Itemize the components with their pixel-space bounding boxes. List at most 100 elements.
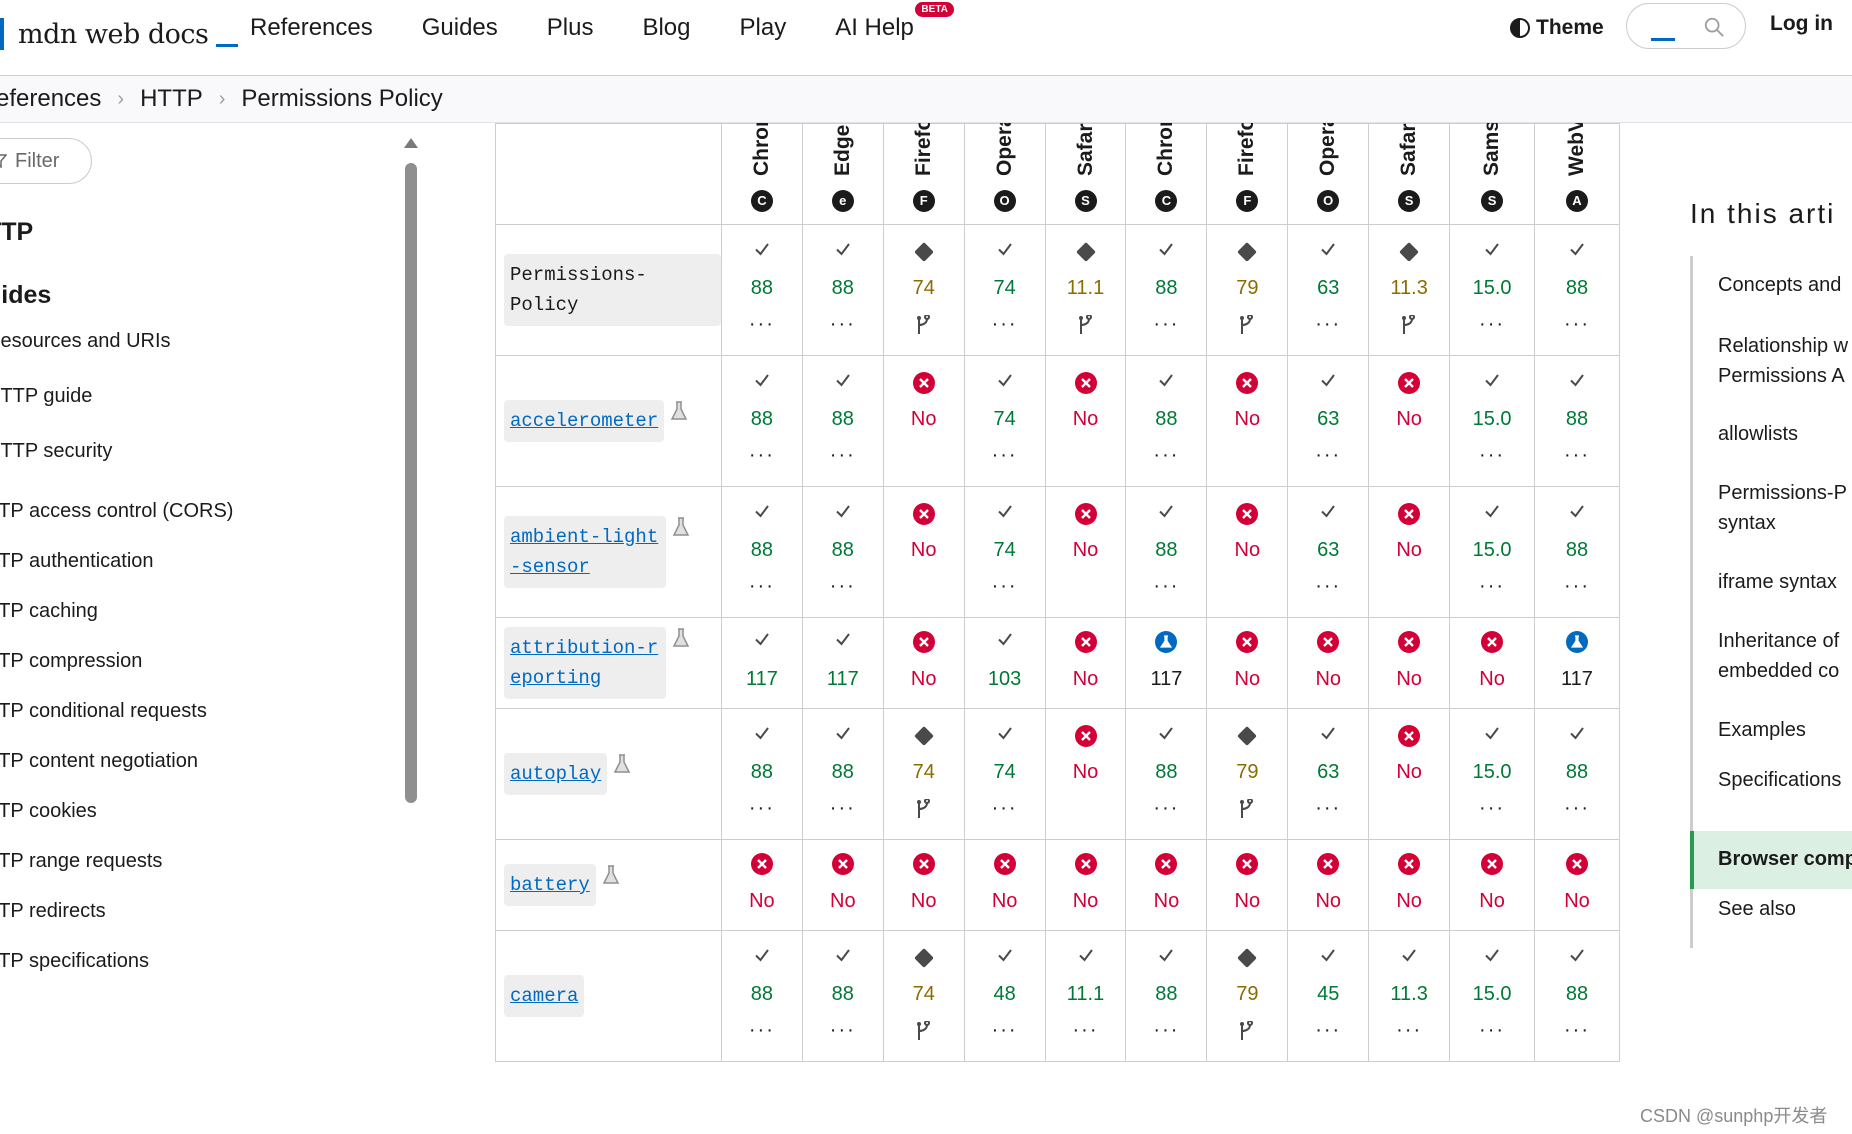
support-cell[interactable]: 15.0 ···: [1449, 486, 1535, 618]
toc-item[interactable]: syntax: [1718, 506, 1776, 541]
support-cell[interactable]: No: [1206, 355, 1289, 487]
breadcrumb-references[interactable]: eferences: [0, 85, 101, 113]
support-cell[interactable]: No: [1368, 486, 1451, 618]
support-cell[interactable]: No: [1534, 839, 1620, 931]
support-cell[interactable]: 74 ···: [963, 355, 1046, 487]
more-info-icon[interactable]: ···: [803, 313, 883, 336]
support-cell[interactable]: 88 ···: [720, 355, 803, 487]
feature-link[interactable]: autoplay: [504, 753, 608, 795]
nav-plus[interactable]: Plus: [547, 14, 594, 42]
more-info-icon[interactable]: ···: [1450, 444, 1534, 467]
more-info-icon[interactable]: ···: [965, 797, 1045, 820]
support-cell[interactable]: 88 ···: [801, 930, 884, 1062]
support-cell[interactable]: 15.0 ···: [1449, 224, 1535, 356]
flag-icon[interactable]: [1077, 314, 1095, 342]
sidebar-section-heading[interactable]: TTP: [0, 218, 33, 247]
toc-item[interactable]: Browser comp: [1718, 842, 1852, 877]
support-cell[interactable]: 63 ···: [1287, 224, 1370, 356]
toc-item[interactable]: allowlists: [1718, 417, 1798, 452]
support-cell[interactable]: No: [1449, 617, 1535, 709]
support-cell[interactable]: 88 ···: [720, 224, 803, 356]
feature-link[interactable]: ambient-light-sensor: [504, 516, 666, 588]
support-cell[interactable]: No: [1125, 839, 1208, 931]
flag-icon[interactable]: [1238, 314, 1256, 342]
flag-icon[interactable]: [1238, 1020, 1256, 1048]
more-info-icon[interactable]: ···: [1535, 1019, 1619, 1042]
more-info-icon[interactable]: ···: [1450, 575, 1534, 598]
feature-link[interactable]: battery: [504, 864, 596, 906]
support-cell[interactable]: 11.1 ···: [1044, 930, 1127, 1062]
support-cell[interactable]: 11.3: [1368, 224, 1451, 356]
more-info-icon[interactable]: ···: [722, 575, 802, 598]
nav-guides[interactable]: Guides: [422, 14, 498, 42]
toc-item[interactable]: Specifications: [1718, 763, 1841, 798]
sidebar-item[interactable]: TTP specifications: [0, 950, 149, 973]
support-cell[interactable]: 79: [1206, 930, 1289, 1062]
flag-icon[interactable]: [915, 1020, 933, 1048]
more-info-icon[interactable]: ···: [1046, 1019, 1126, 1042]
support-cell[interactable]: 63 ···: [1287, 486, 1370, 618]
sidebar-item[interactable]: TTP caching: [0, 600, 98, 623]
more-info-icon[interactable]: ···: [722, 313, 802, 336]
support-cell[interactable]: 79: [1206, 224, 1289, 356]
nav-references[interactable]: References: [250, 14, 373, 42]
support-cell[interactable]: 88 ···: [1125, 930, 1208, 1062]
support-cell[interactable]: 48 ···: [963, 930, 1046, 1062]
toc-item[interactable]: See also: [1718, 892, 1796, 927]
support-cell[interactable]: 63 ···: [1287, 355, 1370, 487]
support-cell[interactable]: No: [1368, 617, 1451, 709]
flag-icon[interactable]: [1400, 314, 1418, 342]
more-info-icon[interactable]: ···: [1450, 797, 1534, 820]
support-cell[interactable]: 88 ···: [1125, 355, 1208, 487]
support-cell[interactable]: No: [1044, 839, 1127, 931]
support-cell[interactable]: No: [1368, 839, 1451, 931]
flag-icon[interactable]: [1238, 798, 1256, 826]
more-info-icon[interactable]: ···: [1288, 797, 1368, 820]
support-cell[interactable]: No: [1449, 839, 1535, 931]
breadcrumb-http[interactable]: HTTP: [140, 85, 203, 113]
support-cell[interactable]: No: [1287, 839, 1370, 931]
more-info-icon[interactable]: ···: [1369, 1019, 1449, 1042]
support-cell[interactable]: No: [1368, 708, 1451, 840]
support-cell[interactable]: 88 ···: [1534, 930, 1620, 1062]
support-cell[interactable]: No: [1206, 486, 1289, 618]
theme-toggle[interactable]: Theme: [1510, 12, 1604, 44]
sidebar-item[interactable]: TTP authentication: [0, 550, 154, 573]
login-button[interactable]: Log in: [1770, 12, 1833, 36]
support-cell[interactable]: No: [882, 617, 965, 709]
sidebar-item[interactable]: TTP content negotiation: [0, 750, 198, 773]
support-cell[interactable]: 15.0 ···: [1449, 708, 1535, 840]
support-cell[interactable]: No: [882, 355, 965, 487]
breadcrumb-permissions-policy[interactable]: Permissions Policy: [241, 85, 442, 113]
nav-play[interactable]: Play: [740, 14, 787, 42]
toc-item[interactable]: Permissions A: [1718, 359, 1845, 394]
support-cell[interactable]: No: [1044, 486, 1127, 618]
sidebar-scrollbar[interactable]: [405, 163, 417, 803]
more-info-icon[interactable]: ···: [1126, 1019, 1206, 1042]
support-cell[interactable]: 88 ···: [1534, 486, 1620, 618]
support-cell[interactable]: 88 ···: [1125, 708, 1208, 840]
sidebar-section-heading[interactable]: uides: [0, 281, 51, 310]
more-info-icon[interactable]: ···: [1126, 444, 1206, 467]
support-cell[interactable]: 88 ···: [1534, 708, 1620, 840]
more-info-icon[interactable]: ···: [1288, 313, 1368, 336]
more-info-icon[interactable]: ···: [1450, 1019, 1534, 1042]
sidebar-item[interactable]: HTTP security: [0, 440, 112, 463]
support-cell[interactable]: 63 ···: [1287, 708, 1370, 840]
more-info-icon[interactable]: ···: [803, 444, 883, 467]
more-info-icon[interactable]: ···: [803, 1019, 883, 1042]
support-cell[interactable]: No: [882, 839, 965, 931]
more-info-icon[interactable]: ···: [1288, 1019, 1368, 1042]
support-cell[interactable]: 103: [963, 617, 1046, 709]
more-info-icon[interactable]: ···: [965, 313, 1045, 336]
flag-icon[interactable]: [915, 798, 933, 826]
sidebar-item[interactable]: HTTP guide: [0, 385, 92, 408]
search-input[interactable]: [1626, 3, 1746, 49]
more-info-icon[interactable]: ···: [1288, 575, 1368, 598]
support-cell[interactable]: 15.0 ···: [1449, 930, 1535, 1062]
support-cell[interactable]: 88 ···: [720, 486, 803, 618]
feature-link[interactable]: camera: [504, 975, 585, 1017]
sidebar-item[interactable]: Resources and URIs: [0, 330, 171, 353]
support-cell[interactable]: No: [801, 839, 884, 931]
support-cell[interactable]: 88 ···: [1125, 486, 1208, 618]
